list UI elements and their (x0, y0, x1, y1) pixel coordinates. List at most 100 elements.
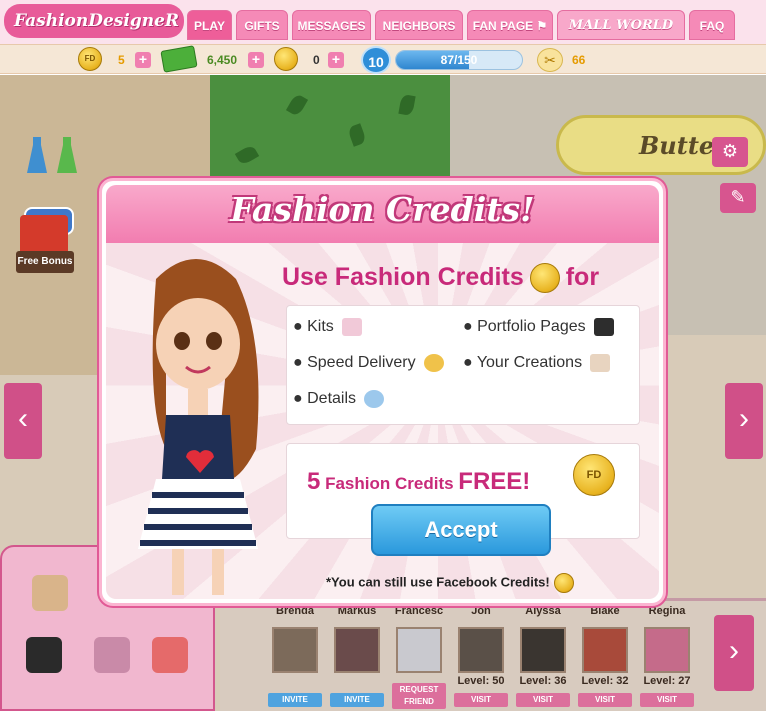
fashion-credit-coin-icon: FD (573, 454, 615, 496)
fashion-credit-coin-icon (529, 263, 560, 294)
game-window: FashionDesigneR PLAY GIFTS MESSAGES NEIG… (0, 0, 766, 711)
scroll-left-button[interactable]: ‹ (4, 383, 42, 459)
facebook-credits-note-text: *You can still use Facebook Credits! (326, 574, 550, 590)
friend-name: Francesc (394, 605, 444, 617)
invite-button[interactable]: INVITE (268, 693, 322, 707)
pencil-icon: ✎ (730, 187, 746, 207)
friend-card[interactable]: Blake Level: 32 VISIT (576, 605, 634, 711)
friend-avatar-placeholder (396, 627, 442, 673)
xp-progress-bar: 87/150 (395, 50, 523, 70)
use-credits-suffix: for (565, 263, 600, 291)
friends-next-button[interactable]: › (714, 615, 754, 691)
list-item: ● Portfolio Pages (463, 318, 614, 336)
resource-bar: FD 5 + 6,450 + 0 + 10 87/150 ✂ 66 (0, 44, 766, 74)
friend-card[interactable]: Markus INVITE (328, 605, 386, 711)
stats-chart-icon[interactable] (152, 637, 188, 673)
friend-level: Level: 27 (643, 675, 691, 687)
add-cash-button[interactable]: + (248, 52, 264, 68)
friend-card[interactable]: Regina Level: 27 VISIT (638, 605, 696, 711)
tab-mall-world[interactable]: MALL WORLD (557, 10, 685, 40)
friend-name: Markus (337, 605, 377, 617)
friend-name: Blake (590, 605, 620, 617)
scissors-count: 66 (572, 53, 586, 67)
visit-button[interactable]: VISIT (454, 693, 508, 707)
clock-icon (423, 354, 444, 372)
list-item-label: Your Creations (476, 354, 583, 372)
friends-bar: Brenda INVITE Markus INVITE Francesc REQ… (220, 598, 766, 711)
request-friend-button[interactable]: REQUEST FRIEND (392, 683, 446, 709)
mannequin-icon (590, 354, 611, 372)
free-credits-mid: Fashion Credits (325, 474, 454, 493)
visit-button[interactable]: VISIT (640, 693, 694, 707)
free-credits-offer: 5 Fashion Credits FREE! FD Accept (286, 443, 640, 556)
accept-button[interactable]: Accept (371, 504, 551, 556)
avatar-girl-illustration (138, 259, 259, 595)
friend-avatar (334, 627, 380, 673)
dialog-header: Fashion Credits! (106, 185, 659, 243)
list-item-label: Kits (307, 318, 334, 336)
facebook-credits-count: 0 (313, 53, 320, 67)
dress-icon-left (27, 137, 47, 173)
invite-button[interactable]: INVITE (330, 693, 384, 707)
cash-icon (160, 45, 198, 73)
tab-fan-page[interactable]: FAN PAGE ⚑ (467, 10, 553, 40)
add-fashion-credits-button[interactable]: + (135, 52, 151, 68)
fashion-credits-dialog: Fashion Credits! Use Fashion Credits for (99, 178, 666, 606)
free-credits-count: 5 (307, 468, 321, 495)
chevron-right-icon: › (729, 634, 739, 667)
use-credits-heading: Use Fashion Credits for (282, 263, 642, 294)
friend-avatar (458, 627, 504, 673)
facebook-credit-coin-icon (274, 47, 298, 71)
friend-card[interactable]: Francesc REQUEST FRIEND (390, 605, 448, 711)
list-item: ● Speed Delivery (293, 354, 444, 372)
friend-avatar (582, 627, 628, 673)
free-bonus-label[interactable]: Free Bonus (16, 251, 74, 273)
tab-play[interactable]: PLAY (187, 10, 232, 40)
scissors-icon: ✂ (537, 48, 563, 72)
tab-messages[interactable]: MESSAGES (292, 10, 371, 40)
xp-progress-text: 87/150 (440, 53, 478, 67)
top-nav: FashionDesigneR PLAY GIFTS MESSAGES NEIG… (0, 0, 766, 44)
friend-name: Alyssa (525, 605, 561, 617)
list-item: ● Your Creations (463, 354, 611, 372)
list-item: ● Details (293, 390, 385, 408)
free-credits-text: 5 Fashion Credits FREE! (307, 468, 530, 496)
clipboard-icon[interactable] (32, 575, 68, 611)
friend-avatar (272, 627, 318, 673)
tab-neighbors[interactable]: NEIGHBORS (375, 10, 463, 40)
briefcase-icon[interactable] (26, 637, 62, 673)
ribbon-icon (364, 390, 385, 408)
friend-level: Level: 32 (581, 675, 629, 687)
dialog-title: Fashion Credits! (230, 190, 535, 229)
fashion-credit-coin-icon: FD (78, 47, 102, 71)
settings-gear-button[interactable]: ⚙ (712, 137, 748, 167)
friend-card[interactable]: Alyssa Level: 36 VISIT (514, 605, 572, 711)
friend-level: Level: 36 (519, 675, 567, 687)
credit-uses-list: ● Kits ● Portfolio Pages ● Speed Deliver… (286, 305, 640, 425)
facebook-credits-note: *You can still use Facebook Credits! (326, 573, 574, 593)
free-bonus-gift-icon[interactable] (20, 215, 68, 255)
gear-icon: ⚙ (721, 141, 739, 161)
dress-icon-right (57, 137, 77, 173)
tab-gifts[interactable]: GIFTS (236, 10, 288, 40)
portfolio-icon (593, 318, 614, 336)
tab-faq[interactable]: FAQ (689, 10, 735, 40)
level-badge: 10 (361, 46, 391, 74)
scroll-right-button[interactable]: › (725, 383, 763, 459)
app-logo[interactable]: FashionDesigneR (4, 4, 184, 38)
friend-name: Regina (648, 605, 686, 617)
edit-pencil-button[interactable]: ✎ (720, 183, 756, 213)
list-item-label: Speed Delivery (307, 354, 416, 372)
add-facebook-credits-button[interactable]: + (328, 52, 344, 68)
tab-fan-page-label: FAN PAGE (472, 19, 534, 33)
visit-button[interactable]: VISIT (578, 693, 632, 707)
friend-card[interactable]: Brenda INVITE (266, 605, 324, 711)
dialog-body: Use Fashion Credits for ● Kits ● Portfoli… (106, 243, 659, 599)
visit-button[interactable]: VISIT (516, 693, 570, 707)
kit-icon (341, 318, 362, 336)
friend-card[interactable]: Jon Level: 50 VISIT (452, 605, 510, 711)
friends-group-icon[interactable] (94, 637, 130, 673)
chevron-left-icon: ‹ (18, 402, 28, 435)
cash-count: 6,450 (207, 53, 238, 67)
friend-avatar (644, 627, 690, 673)
